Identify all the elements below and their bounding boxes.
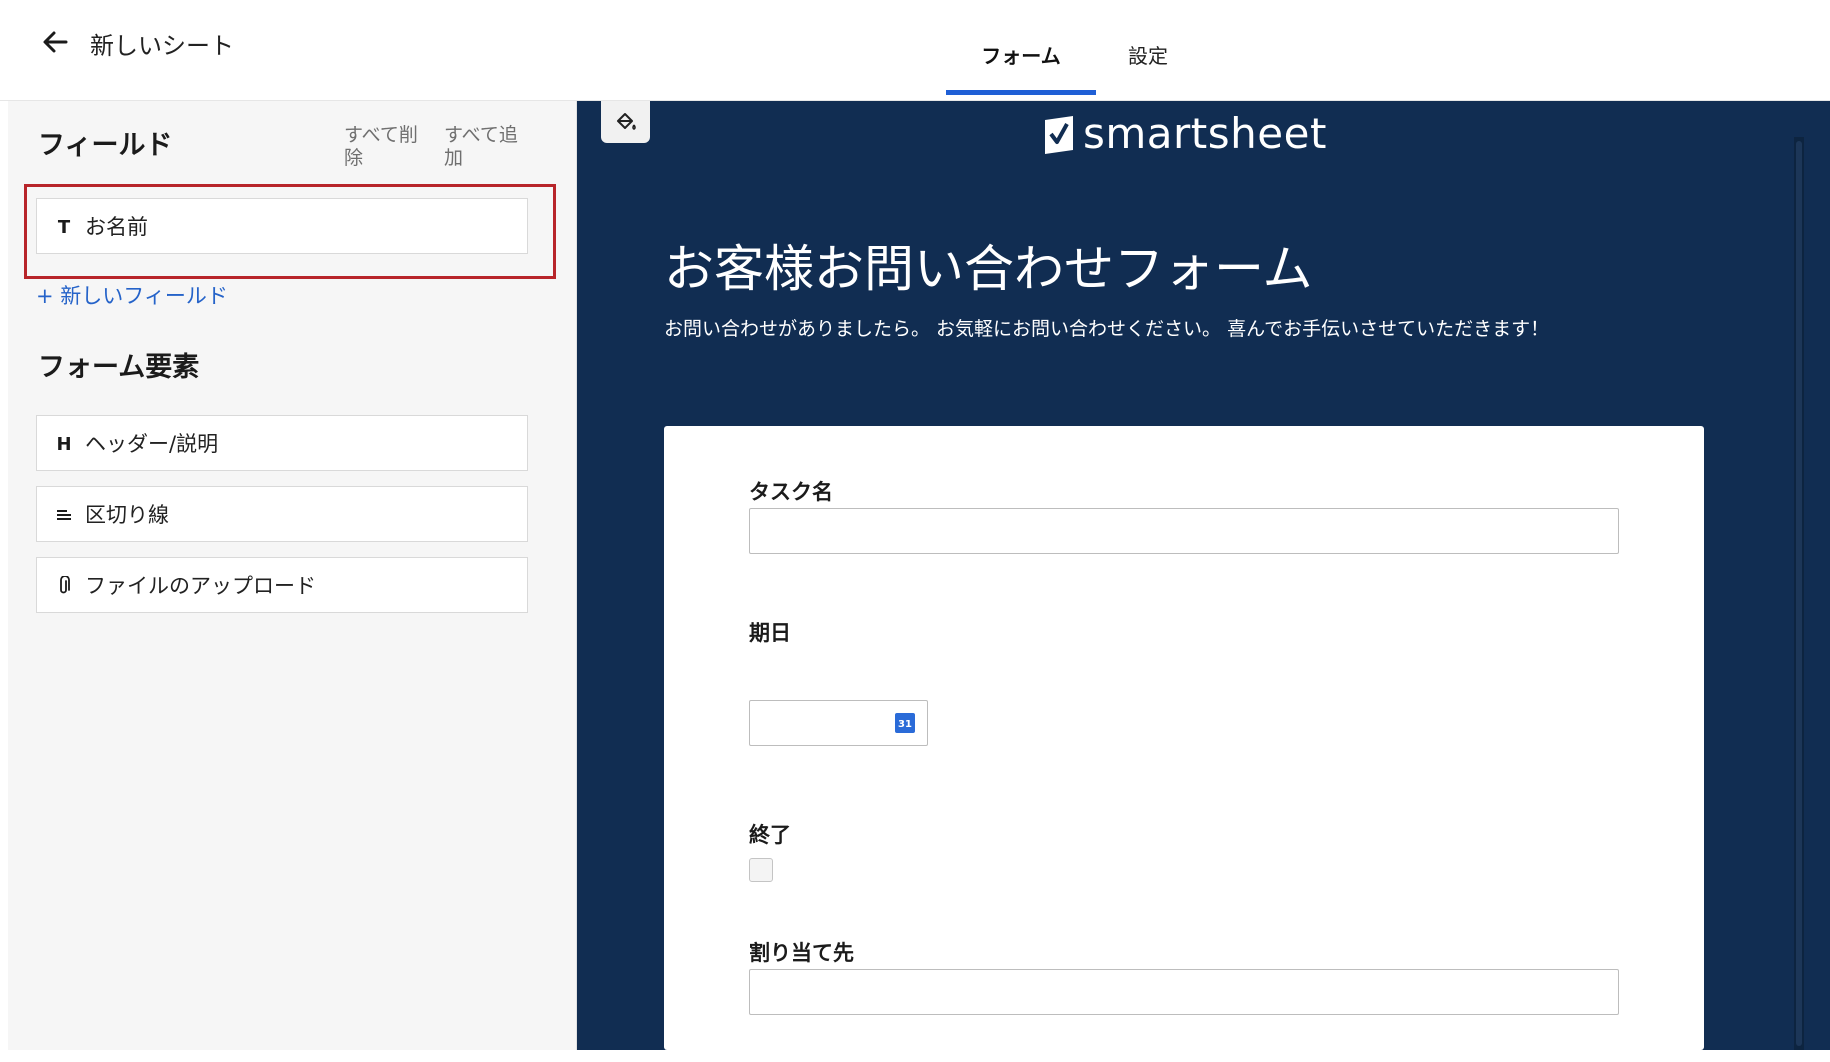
element-item-file-upload[interactable]: ファイルのアップロード <box>36 557 528 613</box>
text-field-icon: T <box>57 216 71 238</box>
assignee-input[interactable] <box>749 969 1619 1015</box>
active-tab-indicator <box>946 90 1096 95</box>
tab-settings[interactable]: 設定 <box>1108 40 1188 69</box>
form-description[interactable]: お問い合わせがありましたら。 お気軽にお問い合わせください。 喜んでお手伝いさせ… <box>664 314 1549 341</box>
calendar-icon[interactable]: 31 <box>895 713 915 733</box>
new-field-link[interactable]: + 新しいフィールド <box>36 280 228 310</box>
smartsheet-logo: smartsheet <box>1043 109 1327 158</box>
paint-bucket-icon <box>616 113 636 130</box>
element-item-label: 区切り線 <box>85 503 169 527</box>
scrollbar-thumb[interactable] <box>1796 141 1802 1046</box>
add-all-button[interactable]: すべて追加 <box>444 124 534 170</box>
form-elements-heading: フォーム要素 <box>38 352 200 383</box>
top-bar: 新しいシート フォーム 設定 <box>0 0 1830 101</box>
form-card: タスク名 期日 31 終了 割り当て先 <box>664 426 1704 1050</box>
field-item-label: お名前 <box>85 215 148 239</box>
sheet-title: 新しいシート <box>90 32 234 60</box>
question-label-done: 終了 <box>749 823 791 847</box>
header-icon: H <box>56 433 72 455</box>
question-label-task-name: タスク名 <box>749 480 833 504</box>
question-label-due-date: 期日 <box>749 621 791 645</box>
arrow-left-icon <box>43 31 68 53</box>
element-item-header[interactable]: H ヘッダー/説明 <box>36 415 528 471</box>
element-item-label: ファイルのアップロード <box>85 574 316 598</box>
element-item-divider[interactable]: 区切り線 <box>36 486 528 542</box>
smartsheet-check-icon <box>1045 115 1073 154</box>
paperclip-icon <box>53 558 75 614</box>
field-item-name[interactable]: T お名前 <box>36 198 528 254</box>
window-edge <box>0 0 8 1062</box>
done-checkbox[interactable] <box>749 858 773 882</box>
task-name-input[interactable] <box>749 508 1619 554</box>
tab-form[interactable]: フォーム <box>946 40 1096 69</box>
element-item-label: ヘッダー/説明 <box>85 432 219 456</box>
window-bottom-edge <box>0 1050 1830 1062</box>
fields-panel: フィールド すべて削除 すべて追加 T お名前 + 新しいフィールド フォーム要… <box>8 101 577 1050</box>
form-preview: smartsheet お客様お問い合わせフォーム お問い合わせがありましたら。 … <box>577 101 1830 1050</box>
fields-heading: フィールド <box>38 130 173 161</box>
due-date-input[interactable]: 31 <box>749 700 928 746</box>
divider-icon <box>53 487 75 543</box>
remove-all-button[interactable]: すべて削除 <box>344 124 434 170</box>
logo-text: smartsheet <box>1083 109 1327 158</box>
back-button[interactable] <box>36 22 76 62</box>
theme-button[interactable] <box>601 101 650 143</box>
form-title[interactable]: お客様お問い合わせフォーム <box>664 229 1313 301</box>
question-label-assignee: 割り当て先 <box>749 941 854 965</box>
